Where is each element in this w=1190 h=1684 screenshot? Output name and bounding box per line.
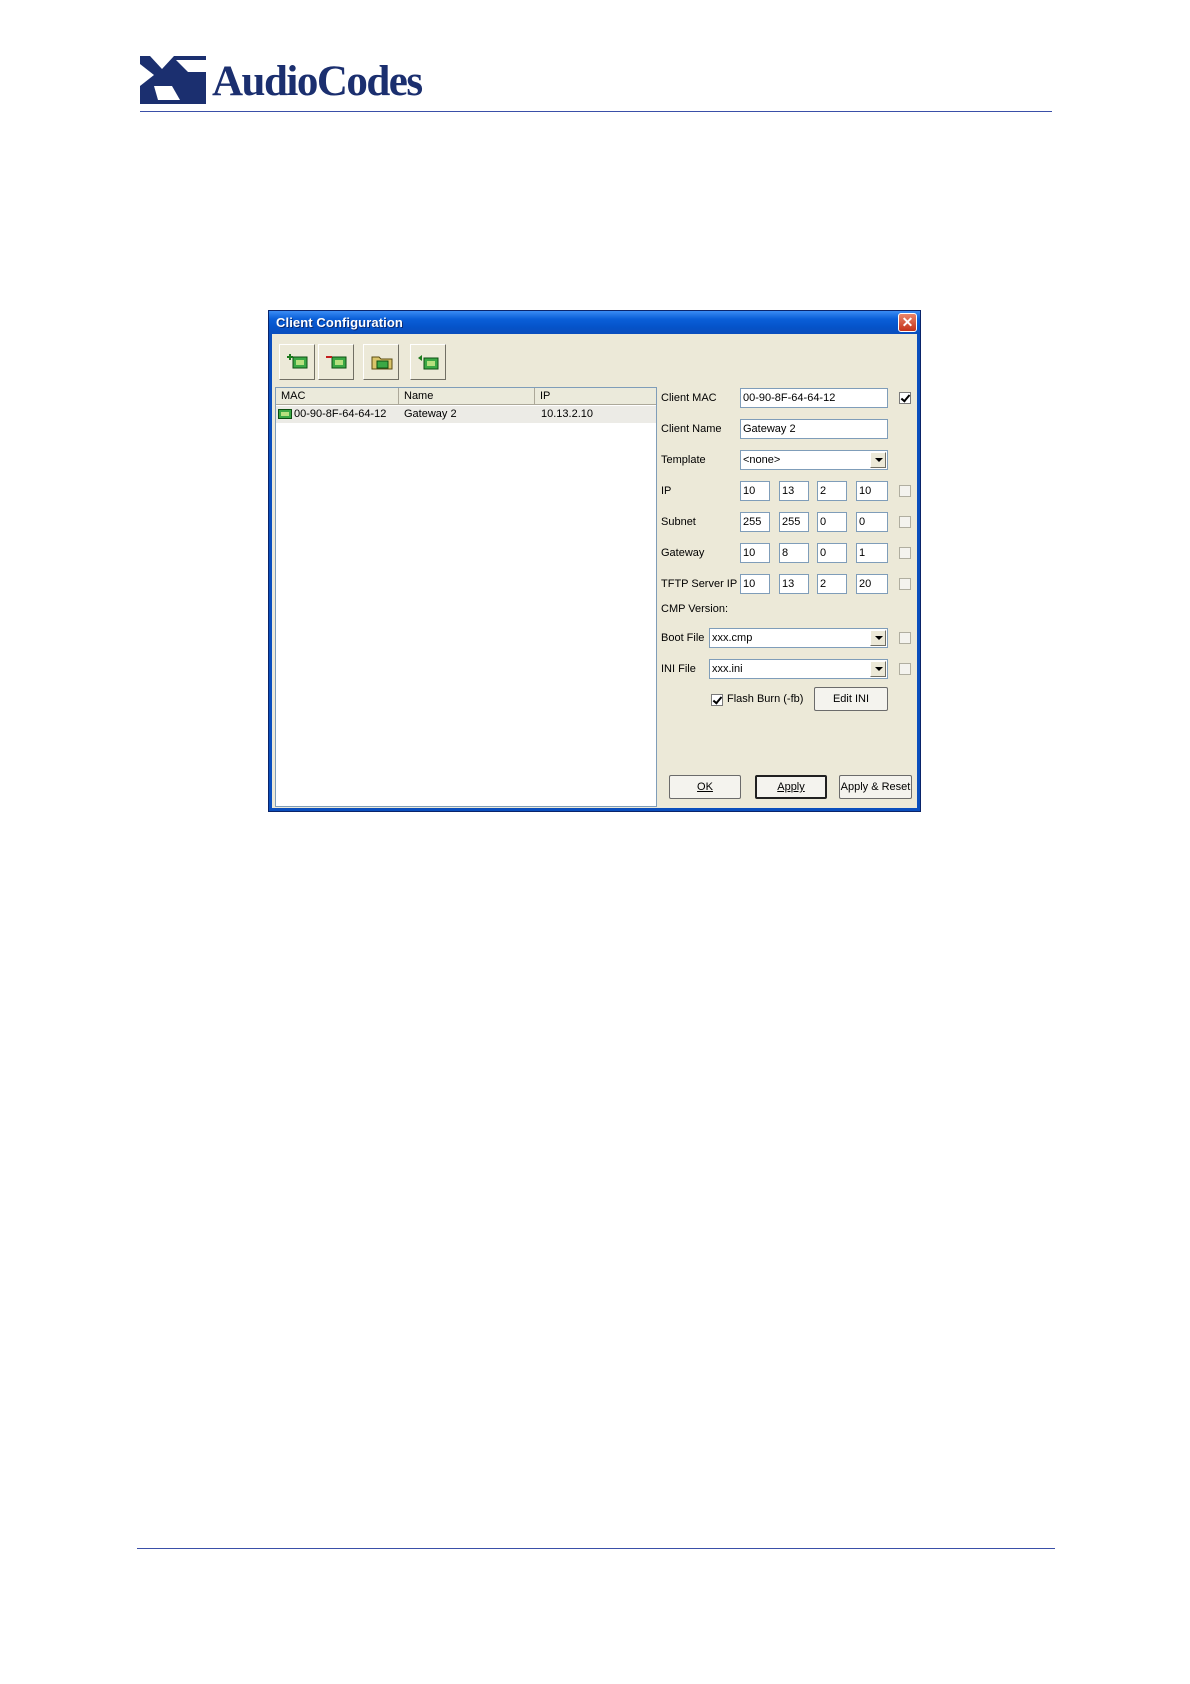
- column-header-ip[interactable]: IP: [535, 388, 656, 405]
- chevron-down-icon[interactable]: [870, 661, 886, 677]
- flash-burn-label: Flash Burn (-fb): [727, 693, 804, 705]
- template-value: <none>: [743, 454, 781, 466]
- boot-file-checkbox[interactable]: [899, 632, 911, 644]
- dialog-title: Client Configuration: [276, 315, 403, 330]
- tftp-octet-1[interactable]: 10: [740, 574, 770, 594]
- client-device-icon: [278, 409, 292, 419]
- subnet-octet-4[interactable]: 0: [856, 512, 888, 532]
- gateway-checkbox[interactable]: [899, 547, 911, 559]
- table-row[interactable]: 00-90-8F-64-64-12 Gateway 2 10.13.2.10: [276, 406, 656, 423]
- dialog-frame-bottom: [269, 808, 920, 811]
- header-rule: [140, 111, 1052, 112]
- dialog-frame-right: [917, 334, 920, 811]
- gateway-octet-1[interactable]: 10: [740, 543, 770, 563]
- column-header-name[interactable]: Name: [399, 388, 535, 405]
- subnet-octet-2[interactable]: 255: [779, 512, 809, 532]
- add-client-button[interactable]: [279, 344, 315, 380]
- flash-burn-checkbox[interactable]: [711, 694, 723, 706]
- tftp-checkbox[interactable]: [899, 578, 911, 590]
- gateway-label: Gateway: [661, 547, 705, 559]
- add-client-icon: [287, 354, 308, 369]
- ini-file-value: xxx.ini: [712, 663, 743, 675]
- boot-file-label: Boot File: [661, 632, 705, 644]
- cell-mac: 00-90-8F-64-64-12: [294, 408, 387, 420]
- gateway-octet-3[interactable]: 0: [817, 543, 847, 563]
- subnet-checkbox[interactable]: [899, 516, 911, 528]
- client-mac-checkbox[interactable]: [899, 392, 911, 404]
- gateway-octet-2[interactable]: 8: [779, 543, 809, 563]
- ip-octet-2[interactable]: 13: [779, 481, 809, 501]
- chevron-down-icon[interactable]: [870, 630, 886, 646]
- client-mac-label: Client MAC: [661, 392, 717, 404]
- chevron-down-icon[interactable]: [870, 452, 886, 468]
- tftp-octet-3[interactable]: 2: [817, 574, 847, 594]
- client-list-header: MAC Name IP: [276, 388, 656, 405]
- apply-client-icon: [418, 355, 439, 370]
- ip-label: IP: [661, 485, 672, 497]
- tftp-octet-4[interactable]: 20: [856, 574, 888, 594]
- ip-octet-3[interactable]: 2: [817, 481, 847, 501]
- edit-ini-button[interactable]: Edit INI: [814, 687, 888, 711]
- apply-button[interactable]: Apply: [755, 775, 827, 799]
- footer-rule: [137, 1548, 1055, 1549]
- apply-client-button[interactable]: [410, 344, 446, 380]
- subnet-label: Subnet: [661, 516, 696, 528]
- client-configuration-dialog: Client Configuration ✕ MAC Name IP 00-90…: [268, 310, 921, 812]
- dialog-frame-left: [269, 334, 272, 811]
- client-list[interactable]: MAC Name IP 00-90-8F-64-64-12 Gateway 2 …: [275, 387, 657, 807]
- ini-file-select[interactable]: xxx.ini: [709, 659, 888, 679]
- subnet-octet-3[interactable]: 0: [817, 512, 847, 532]
- open-folder-icon: [371, 356, 393, 370]
- remove-client-icon: [326, 356, 347, 369]
- close-button[interactable]: ✕: [898, 313, 917, 332]
- cmp-version-label: CMP Version:: [661, 603, 729, 615]
- gateway-octet-4[interactable]: 1: [856, 543, 888, 563]
- subnet-octet-1[interactable]: 255: [740, 512, 770, 532]
- cell-ip: 10.13.2.10: [541, 408, 593, 420]
- ip-octet-4[interactable]: 10: [856, 481, 888, 501]
- dialog-titlebar: Client Configuration ✕: [269, 311, 920, 334]
- remove-client-button[interactable]: [318, 344, 354, 380]
- ini-file-label: INI File: [661, 663, 696, 675]
- tftp-server-ip-label: TFTP Server IP: [661, 578, 738, 590]
- logo-wordmark: AudioCodes: [212, 58, 423, 105]
- boot-file-value: xxx.cmp: [712, 632, 753, 644]
- ip-octet-1[interactable]: 10: [740, 481, 770, 501]
- client-mac-field[interactable]: 00-90-8F-64-64-12: [740, 388, 888, 408]
- template-select[interactable]: <none>: [740, 450, 888, 470]
- ok-button[interactable]: OK: [669, 775, 741, 799]
- template-label: Template: [661, 454, 706, 466]
- open-folder-button[interactable]: [363, 344, 399, 380]
- tftp-octet-2[interactable]: 13: [779, 574, 809, 594]
- audiocodes-logo-mark-icon: [140, 56, 206, 104]
- client-name-label: Client Name: [661, 423, 722, 435]
- cell-name: Gateway 2: [404, 408, 457, 420]
- apply-reset-button[interactable]: Apply & Reset: [839, 775, 912, 799]
- boot-file-select[interactable]: xxx.cmp: [709, 628, 888, 648]
- column-header-mac[interactable]: MAC: [276, 388, 399, 405]
- ip-checkbox[interactable]: [899, 485, 911, 497]
- ini-file-checkbox[interactable]: [899, 663, 911, 675]
- client-name-field[interactable]: Gateway 2: [740, 419, 888, 439]
